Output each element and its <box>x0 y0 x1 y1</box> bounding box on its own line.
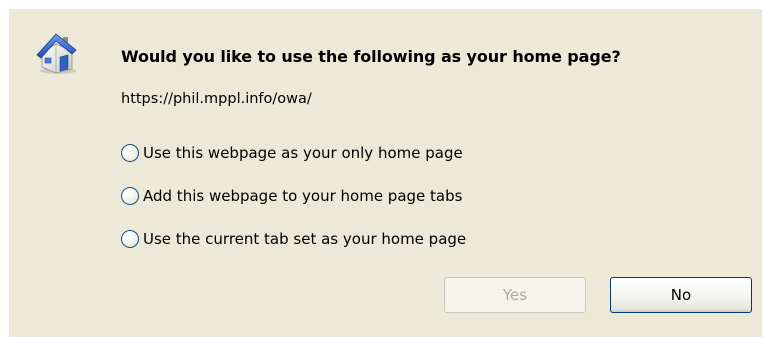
radio-button[interactable] <box>121 144 139 162</box>
no-button[interactable]: No <box>610 277 752 313</box>
option-label: Use the current tab set as your home pag… <box>143 230 467 248</box>
option-only-home-page[interactable]: Use this webpage as your only home page <box>121 144 463 162</box>
home-page-dialog: Would you like to use the following as y… <box>9 9 762 337</box>
option-label: Use this webpage as your only home page <box>143 144 463 162</box>
option-current-tab-set[interactable]: Use the current tab set as your home pag… <box>121 230 466 248</box>
option-add-to-tabs[interactable]: Add this webpage to your home page tabs <box>121 187 462 205</box>
dialog-question: Would you like to use the following as y… <box>121 47 621 66</box>
radio-button[interactable] <box>121 230 139 248</box>
home-page-url: https://phil.mppl.info/owa/ <box>121 91 312 107</box>
option-label: Add this webpage to your home page tabs <box>143 187 463 205</box>
home-icon <box>36 33 77 74</box>
yes-button[interactable]: Yes <box>444 277 586 313</box>
radio-button[interactable] <box>121 187 139 205</box>
